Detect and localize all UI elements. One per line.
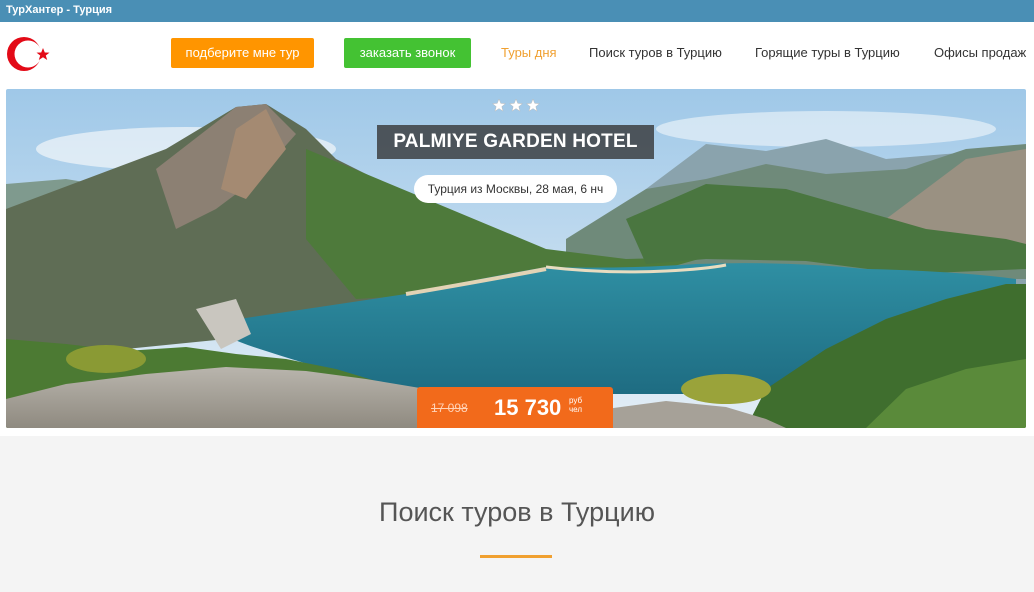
section-heading: Поиск туров в Турцию [379,497,655,527]
hero-section: PALMIYE GARDEN HOTEL Турция из Москвы, 2… [0,87,1034,436]
pick-tour-button[interactable]: подберите мне тур [171,38,314,68]
order-call-button[interactable]: заказать звонок [344,38,471,68]
hotel-rating-stars [491,98,541,112]
nav-tours-of-day[interactable]: Туры дня [501,38,557,68]
price-per-person: чел [569,405,583,414]
old-price: 17 098 [431,401,468,415]
nav-search-tours[interactable]: Поиск туров в Турцию [589,38,722,68]
price-unit: руб чел [569,396,582,414]
heading-underline [480,555,552,558]
tour-details: Турция из Москвы, 28 мая, 6 нч [414,175,617,203]
site-header: подберите мне тур заказать звонок Туры д… [0,22,1034,87]
turkey-flag-icon[interactable] [4,32,52,76]
price-currency: руб [569,396,583,405]
price-badge[interactable]: 17 098 15 730 руб чел [417,387,613,428]
nav-sales-offices[interactable]: Офисы продаж [934,38,1026,68]
hero-banner[interactable]: PALMIYE GARDEN HOTEL Турция из Москвы, 2… [6,89,1026,428]
current-price: 15 730 [494,395,562,420]
window-title: ТурХантер - Турция [0,0,1034,22]
nav-hot-tours[interactable]: Горящие туры в Турцию [755,38,900,68]
hotel-name[interactable]: PALMIYE GARDEN HOTEL [377,125,654,159]
